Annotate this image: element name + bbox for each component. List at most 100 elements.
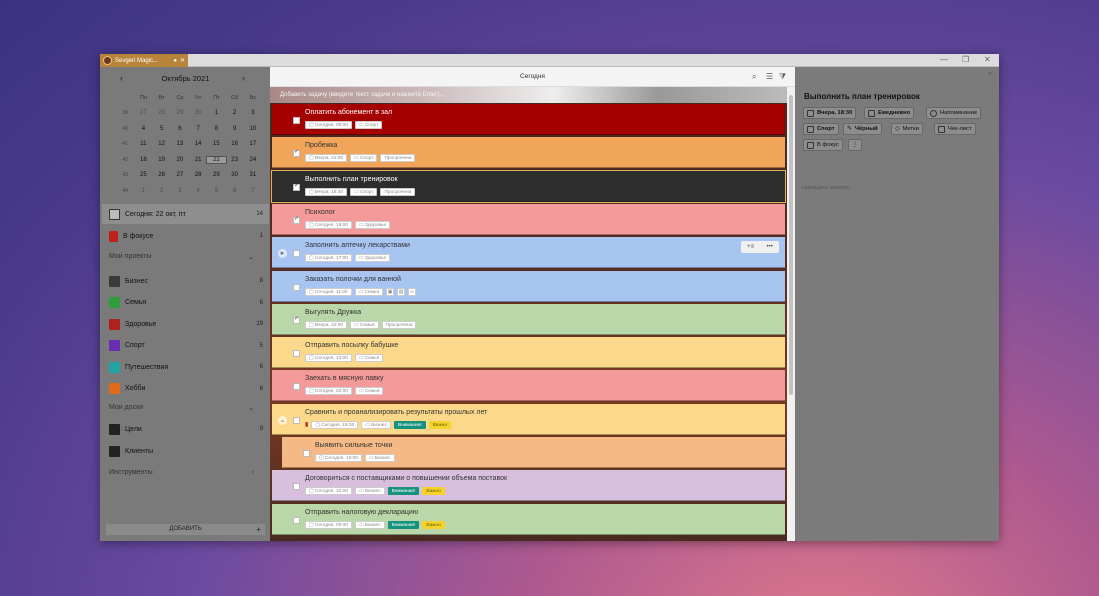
calendar-day[interactable]: 22 [206, 155, 227, 164]
projects-section-header[interactable]: Мои проекты ⌄ [109, 253, 254, 261]
copy-icon[interactable]: ▣ [385, 287, 394, 296]
task-tag[interactable]: Внимание! [393, 420, 426, 429]
task-date-chip[interactable]: ▢ Сегодня, 11:00 [305, 287, 352, 296]
sidebar-item-project[interactable]: Здоровье 19 [102, 314, 269, 334]
checklist-button[interactable]: Чек-лист [934, 123, 976, 135]
task-row[interactable]: Выгулять Дружка ▢ Вчера, 22:00▭ СемьяПрос… [272, 303, 785, 335]
calendar-day[interactable]: 8 [207, 126, 225, 132]
task-row[interactable]: Выявить сильные точки ▢ Сегодня, 15:00 ▭ Б… [282, 437, 785, 468]
calendar-day[interactable]: 20 [171, 157, 189, 163]
task-checkbox[interactable] [293, 283, 300, 291]
task-tag[interactable]: Просрочена [380, 187, 416, 196]
calendar-day[interactable]: 3 [244, 110, 262, 116]
task-row[interactable]: ▸ Заполнить аптечку лекарствами ▢ Сегодня,… [272, 237, 785, 269]
date-button[interactable]: Вчера, 18:30 [803, 107, 857, 119]
calendar-day[interactable]: 1 [134, 188, 152, 194]
add-subtask-icon[interactable]: +≡ [747, 244, 754, 250]
task-checkbox[interactable] [293, 350, 300, 358]
play-icon[interactable]: ▸ [278, 249, 287, 259]
more-icon[interactable]: ••• [767, 244, 773, 250]
task-tag[interactable]: Важно [422, 520, 445, 529]
tags-button[interactable]: ◇ Метки [891, 123, 923, 135]
task-row[interactable]: Психолог ▢ Сегодня, 19:00▭ Здоровье [272, 203, 785, 235]
calendar-day[interactable]: 29 [207, 172, 225, 178]
add-button[interactable]: ДОБАВИТЬ + [106, 524, 265, 535]
calendar-day[interactable]: 27 [171, 172, 189, 178]
calendar-day[interactable]: 15 [207, 141, 225, 147]
tab-close-icon[interactable]: ✕ [180, 57, 185, 64]
task-tag[interactable]: Внимание! [387, 520, 420, 529]
calendar-day[interactable]: 6 [171, 126, 189, 132]
sidebar-item-project[interactable]: Бизнес 8 [102, 271, 269, 291]
chevron-right-icon[interactable]: › [242, 73, 245, 83]
calendar-day[interactable]: 6 [226, 188, 244, 194]
calendar-day[interactable]: 4 [189, 188, 207, 194]
calendar-day[interactable]: 14 [189, 141, 207, 147]
color-button[interactable]: ✎ Чёрный [843, 123, 882, 135]
detail-task-title[interactable]: Выполнить план тренировок [804, 92, 920, 101]
task-project-chip[interactable]: ▭ Спорт [350, 154, 378, 163]
task-row[interactable]: Выполнить план тренировок ▢ Вчера, 18:30▭… [271, 169, 786, 203]
calendar-day[interactable]: 19 [153, 157, 171, 163]
calendar-day[interactable]: 3 [171, 188, 189, 194]
calendar-day[interactable]: 21 [189, 157, 207, 163]
task-tag[interactable]: Важно [422, 487, 445, 496]
task-date-chip[interactable]: ▢ Сегодня, 15:00 [315, 454, 362, 462]
task-row[interactable]: Договориться с поставщиками о повышении … [272, 470, 785, 502]
pin-icon[interactable]: ● [173, 58, 177, 64]
calendar-day[interactable]: 28 [153, 110, 171, 116]
task-checkbox[interactable] [293, 383, 300, 391]
task-row[interactable]: Отправить налоговую декларацию ▢ Сегодня,… [272, 503, 785, 535]
row-actions[interactable]: +≡ ••• [741, 241, 779, 254]
task-project-chip[interactable]: ▭ Здоровье [354, 220, 391, 229]
task-checkbox[interactable] [293, 215, 300, 224]
sidebar-item-project[interactable]: Путешествия 6 [102, 357, 269, 377]
chevron-left-icon[interactable]: ‹ [252, 469, 254, 476]
task-project-chip[interactable]: ▭ Спорт [350, 187, 378, 196]
calendar-day[interactable]: 7 [244, 188, 262, 194]
close-icon[interactable]: × [988, 71, 992, 78]
sidebar-item-project[interactable]: Спорт 5 [102, 336, 269, 356]
task-date-chip[interactable]: ▢ Сегодня, 13:00 [305, 354, 352, 363]
task-date-chip[interactable]: ▢ Сегодня, 17:00 [305, 254, 352, 263]
task-checkbox[interactable] [303, 450, 310, 457]
task-checkbox[interactable] [293, 148, 300, 158]
task-checkbox[interactable] [293, 516, 300, 524]
task-tag[interactable]: Просрочена [380, 154, 416, 163]
task-row[interactable]: Заехать в мясную лавку ▢ Сегодня, 20:00 ▭ … [272, 370, 785, 402]
project-button[interactable]: Спорт [803, 123, 839, 135]
calendar-day[interactable]: 30 [226, 172, 244, 178]
note-icon[interactable]: ▤ [396, 287, 405, 296]
boards-section-header[interactable]: Мои доски ⌄ [109, 404, 254, 412]
calendar-day[interactable]: 18 [134, 157, 152, 163]
add-task-input[interactable]: Добавить задачу (введите текст задачи и … [270, 87, 787, 103]
task-project-chip[interactable]: ▭ Бизнес [354, 520, 385, 529]
task-checkbox[interactable] [293, 416, 300, 424]
calendar-day[interactable]: 23 [226, 157, 244, 163]
task-tag[interactable]: Внимание! [387, 487, 420, 496]
tools-section-header[interactable]: Инструменты ‹ [109, 469, 254, 476]
calendar-day[interactable]: 12 [153, 141, 171, 147]
calendar-day[interactable]: 1 [207, 110, 225, 116]
task-tag[interactable]: Важно [428, 420, 452, 429]
task-date-chip[interactable]: ▢ Сегодня, 08:00 [305, 121, 352, 129]
list-view-icon[interactable]: ☰ [766, 72, 773, 81]
focus-button[interactable]: В фокус [803, 139, 843, 151]
maximize-button[interactable]: ❐ [962, 55, 969, 64]
calendar-day[interactable]: 24 [244, 157, 262, 163]
scrollbar[interactable] [787, 87, 795, 541]
calendar-day[interactable]: 5 [207, 188, 225, 194]
calendar-day[interactable]: 10 [244, 126, 262, 132]
task-checkbox[interactable] [293, 315, 300, 324]
task-date-chip[interactable]: ▢ Сегодня, 20:00 [305, 387, 352, 396]
chevron-down-icon[interactable]: ⌄ [248, 404, 254, 412]
task-project-chip[interactable]: ▭ Семья [350, 320, 379, 329]
task-date-chip[interactable]: ▢ Вчера, 18:30 [305, 187, 348, 196]
calendar-day[interactable]: 9 [226, 126, 244, 132]
task-date-chip[interactable]: ▢ Сегодня, 10:00 [305, 487, 352, 496]
calendar-day[interactable]: 29 [171, 110, 189, 116]
calendar-day[interactable]: 25 [134, 172, 152, 178]
task-date-chip[interactable]: ▢ Сегодня, 09:00 [305, 520, 352, 529]
task-row[interactable]: Заказать полочки для ванной ▢ Сегодня, 11… [272, 270, 785, 302]
repeat-button[interactable]: Ежедневно [864, 107, 915, 119]
